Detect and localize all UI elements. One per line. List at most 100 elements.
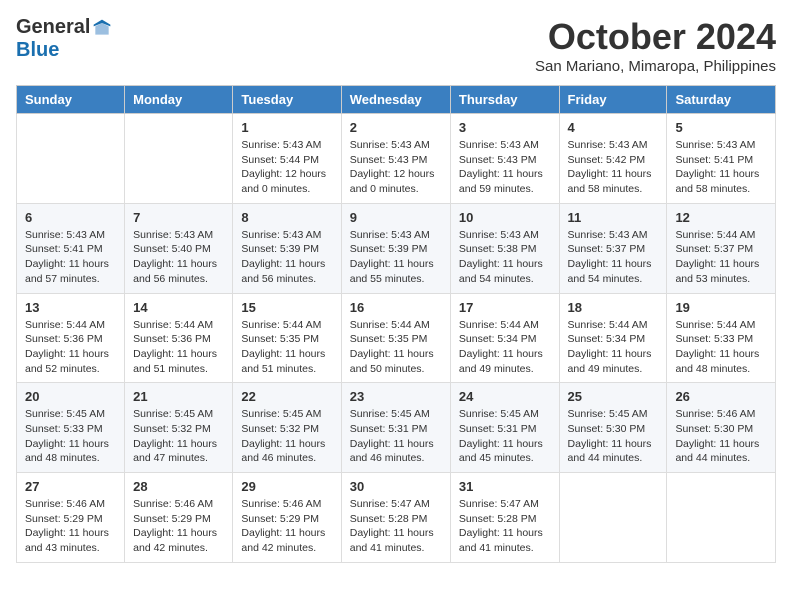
calendar-cell: 4 Sunrise: 5:43 AM Sunset: 5:42 PM Daylig… xyxy=(559,114,667,204)
day-number: 21 xyxy=(133,389,224,404)
cell-info: Sunrise: 5:44 AM Sunset: 5:33 PM Dayligh… xyxy=(675,318,767,377)
calendar-header-friday: Friday xyxy=(559,86,667,114)
calendar-cell: 7 Sunrise: 5:43 AM Sunset: 5:40 PM Daylig… xyxy=(125,203,233,293)
cell-info: Sunrise: 5:43 AM Sunset: 5:37 PM Dayligh… xyxy=(568,228,659,287)
day-number: 30 xyxy=(350,479,442,494)
logo-icon xyxy=(92,18,112,38)
day-number: 6 xyxy=(25,210,116,225)
logo-blue: Blue xyxy=(16,39,59,62)
day-number: 7 xyxy=(133,210,224,225)
calendar-cell: 25 Sunrise: 5:45 AM Sunset: 5:30 PM Dayli… xyxy=(559,383,667,473)
day-number: 14 xyxy=(133,300,224,315)
cell-info: Sunrise: 5:44 AM Sunset: 5:35 PM Dayligh… xyxy=(241,318,332,377)
calendar-cell: 27Sunrise: 5:46 AM Sunset: 5:29 PM Dayli… xyxy=(17,473,125,563)
calendar-cell: 12Sunrise: 5:44 AM Sunset: 5:37 PM Dayli… xyxy=(667,203,776,293)
cell-info: Sunrise: 5:43 AM Sunset: 5:43 PM Dayligh… xyxy=(350,138,442,197)
calendar-cell: 16Sunrise: 5:44 AM Sunset: 5:35 PM Dayli… xyxy=(341,293,450,383)
day-number: 25 xyxy=(568,389,659,404)
day-number: 26 xyxy=(675,389,767,404)
calendar-cell: 20 Sunrise: 5:45 AM Sunset: 5:33 PM Dayli… xyxy=(17,383,125,473)
calendar-header-row: SundayMondayTuesdayWednesdayThursdayFrid… xyxy=(17,86,776,114)
cell-info: Sunrise: 5:43 AM Sunset: 5:42 PM Dayligh… xyxy=(568,138,659,197)
calendar-cell: 18 Sunrise: 5:44 AM Sunset: 5:34 PM Dayli… xyxy=(559,293,667,383)
day-number: 10 xyxy=(459,210,551,225)
cell-info: Sunrise: 5:47 AM Sunset: 5:28 PM Dayligh… xyxy=(350,497,442,556)
calendar-cell: 13 Sunrise: 5:44 AM Sunset: 5:36 PM Dayli… xyxy=(17,293,125,383)
page-header: General Blue October 2024 San Mariano, M… xyxy=(16,16,776,75)
cell-info: Sunrise: 5:45 AM Sunset: 5:33 PM Dayligh… xyxy=(25,407,116,466)
calendar-week-row: 20 Sunrise: 5:45 AM Sunset: 5:33 PM Dayli… xyxy=(17,383,776,473)
day-number: 24 xyxy=(459,389,551,404)
day-number: 9 xyxy=(350,210,442,225)
month-title: October 2024 xyxy=(535,16,776,58)
cell-info: Sunrise: 5:46 AM Sunset: 5:29 PM Dayligh… xyxy=(133,497,224,556)
cell-info: Sunrise: 5:43 AM Sunset: 5:43 PM Dayligh… xyxy=(459,138,551,197)
calendar-header-wednesday: Wednesday xyxy=(341,86,450,114)
calendar-cell: 3 Sunrise: 5:43 AM Sunset: 5:43 PM Daylig… xyxy=(450,114,559,204)
calendar-header-monday: Monday xyxy=(125,86,233,114)
calendar-header-tuesday: Tuesday xyxy=(233,86,341,114)
day-number: 8 xyxy=(241,210,332,225)
day-number: 19 xyxy=(675,300,767,315)
cell-info: Sunrise: 5:44 AM Sunset: 5:36 PM Dayligh… xyxy=(133,318,224,377)
day-number: 17 xyxy=(459,300,551,315)
cell-info: Sunrise: 5:45 AM Sunset: 5:32 PM Dayligh… xyxy=(133,407,224,466)
cell-info: Sunrise: 5:44 AM Sunset: 5:34 PM Dayligh… xyxy=(459,318,551,377)
cell-info: Sunrise: 5:43 AM Sunset: 5:44 PM Dayligh… xyxy=(241,138,332,197)
day-number: 2 xyxy=(350,120,442,135)
calendar-cell xyxy=(667,473,776,563)
cell-info: Sunrise: 5:44 AM Sunset: 5:36 PM Dayligh… xyxy=(25,318,116,377)
cell-info: Sunrise: 5:44 AM Sunset: 5:37 PM Dayligh… xyxy=(675,228,767,287)
cell-info: Sunrise: 5:46 AM Sunset: 5:29 PM Dayligh… xyxy=(25,497,116,556)
calendar-cell: 22Sunrise: 5:45 AM Sunset: 5:32 PM Dayli… xyxy=(233,383,341,473)
calendar-body: 1 Sunrise: 5:43 AM Sunset: 5:44 PM Daylig… xyxy=(17,114,776,563)
day-number: 20 xyxy=(25,389,116,404)
cell-info: Sunrise: 5:46 AM Sunset: 5:29 PM Dayligh… xyxy=(241,497,332,556)
calendar-cell: 21 Sunrise: 5:45 AM Sunset: 5:32 PM Dayli… xyxy=(125,383,233,473)
day-number: 22 xyxy=(241,389,332,404)
title-section: October 2024 San Mariano, Mimaropa, Phil… xyxy=(535,16,776,75)
cell-info: Sunrise: 5:43 AM Sunset: 5:38 PM Dayligh… xyxy=(459,228,551,287)
calendar-cell: 11 Sunrise: 5:43 AM Sunset: 5:37 PM Dayli… xyxy=(559,203,667,293)
calendar-cell: 9 Sunrise: 5:43 AM Sunset: 5:39 PM Daylig… xyxy=(341,203,450,293)
calendar-cell: 31 Sunrise: 5:47 AM Sunset: 5:28 PM Dayli… xyxy=(450,473,559,563)
day-number: 5 xyxy=(675,120,767,135)
logo: General Blue xyxy=(16,16,112,62)
calendar-cell: 2 Sunrise: 5:43 AM Sunset: 5:43 PM Daylig… xyxy=(341,114,450,204)
day-number: 3 xyxy=(459,120,551,135)
cell-info: Sunrise: 5:43 AM Sunset: 5:40 PM Dayligh… xyxy=(133,228,224,287)
calendar-cell: 5 Sunrise: 5:43 AM Sunset: 5:41 PM Daylig… xyxy=(667,114,776,204)
calendar-cell: 23Sunrise: 5:45 AM Sunset: 5:31 PM Dayli… xyxy=(341,383,450,473)
cell-info: Sunrise: 5:44 AM Sunset: 5:34 PM Dayligh… xyxy=(568,318,659,377)
calendar-cell: 1 Sunrise: 5:43 AM Sunset: 5:44 PM Daylig… xyxy=(233,114,341,204)
calendar-cell: 10 Sunrise: 5:43 AM Sunset: 5:38 PM Dayli… xyxy=(450,203,559,293)
calendar-table: SundayMondayTuesdayWednesdayThursdayFrid… xyxy=(16,85,776,563)
day-number: 15 xyxy=(241,300,332,315)
day-number: 11 xyxy=(568,210,659,225)
calendar-cell: 19 Sunrise: 5:44 AM Sunset: 5:33 PM Dayli… xyxy=(667,293,776,383)
day-number: 4 xyxy=(568,120,659,135)
day-number: 1 xyxy=(241,120,332,135)
cell-info: Sunrise: 5:45 AM Sunset: 5:31 PM Dayligh… xyxy=(350,407,442,466)
cell-info: Sunrise: 5:47 AM Sunset: 5:28 PM Dayligh… xyxy=(459,497,551,556)
calendar-cell: 26Sunrise: 5:46 AM Sunset: 5:30 PM Dayli… xyxy=(667,383,776,473)
location-title: San Mariano, Mimaropa, Philippines xyxy=(535,58,776,75)
day-number: 13 xyxy=(25,300,116,315)
calendar-header-saturday: Saturday xyxy=(667,86,776,114)
cell-info: Sunrise: 5:43 AM Sunset: 5:41 PM Dayligh… xyxy=(675,138,767,197)
calendar-cell: 24Sunrise: 5:45 AM Sunset: 5:31 PM Dayli… xyxy=(450,383,559,473)
calendar-week-row: 13 Sunrise: 5:44 AM Sunset: 5:36 PM Dayli… xyxy=(17,293,776,383)
cell-info: Sunrise: 5:45 AM Sunset: 5:30 PM Dayligh… xyxy=(568,407,659,466)
calendar-week-row: 1 Sunrise: 5:43 AM Sunset: 5:44 PM Daylig… xyxy=(17,114,776,204)
cell-info: Sunrise: 5:43 AM Sunset: 5:39 PM Dayligh… xyxy=(241,228,332,287)
calendar-week-row: 6Sunrise: 5:43 AM Sunset: 5:41 PM Daylig… xyxy=(17,203,776,293)
calendar-cell xyxy=(125,114,233,204)
calendar-header-sunday: Sunday xyxy=(17,86,125,114)
day-number: 18 xyxy=(568,300,659,315)
cell-info: Sunrise: 5:43 AM Sunset: 5:39 PM Dayligh… xyxy=(350,228,442,287)
day-number: 31 xyxy=(459,479,551,494)
calendar-cell: 14 Sunrise: 5:44 AM Sunset: 5:36 PM Dayli… xyxy=(125,293,233,383)
calendar-cell: 8 Sunrise: 5:43 AM Sunset: 5:39 PM Daylig… xyxy=(233,203,341,293)
calendar-week-row: 27Sunrise: 5:46 AM Sunset: 5:29 PM Dayli… xyxy=(17,473,776,563)
calendar-cell: 17 Sunrise: 5:44 AM Sunset: 5:34 PM Dayli… xyxy=(450,293,559,383)
